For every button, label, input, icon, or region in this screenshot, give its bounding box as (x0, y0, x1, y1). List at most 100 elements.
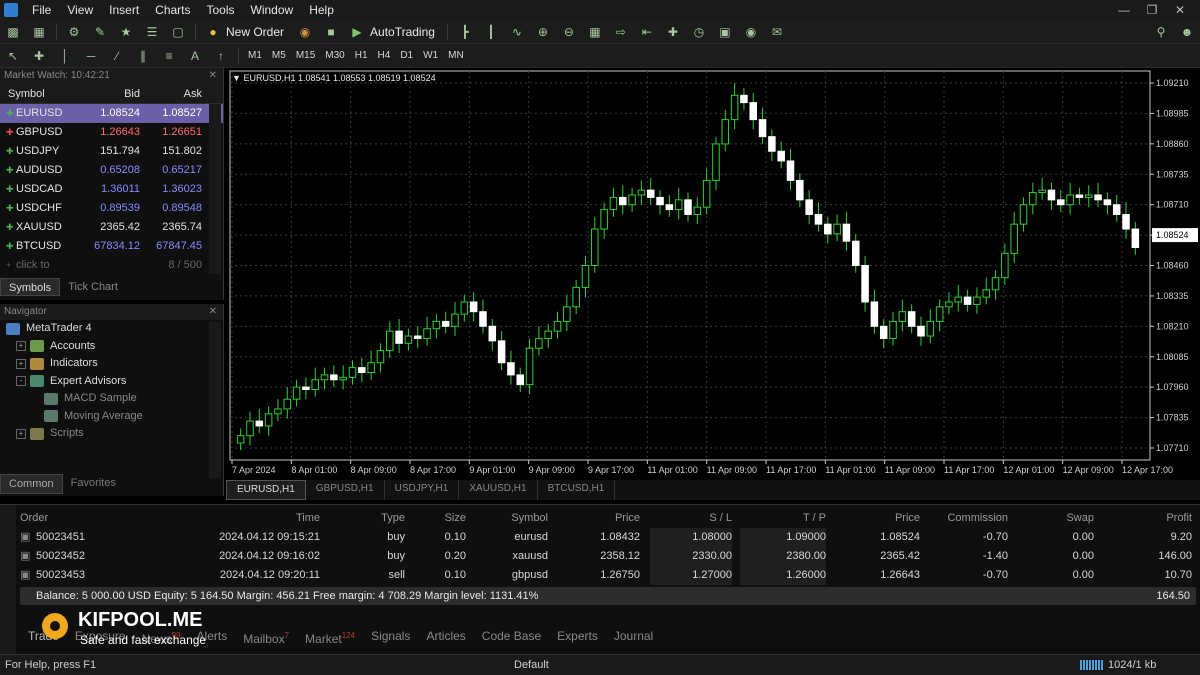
market-watch-scrollbar[interactable] (209, 104, 221, 274)
new-order-button[interactable]: New Order (226, 25, 284, 39)
navigator-item[interactable]: MetaTrader 4 (0, 320, 223, 338)
terminal-tab[interactable]: Code Base (474, 625, 549, 647)
market-watch-icon[interactable]: ⚙ (65, 24, 83, 40)
zoom-out-icon[interactable]: ⊖ (560, 24, 578, 40)
terminal-tab[interactable]: Signals (363, 625, 418, 647)
expand-icon[interactable]: + (16, 428, 26, 439)
orders-header-cell[interactable]: Swap (1020, 509, 1094, 528)
mail-icon[interactable]: ✉ (768, 24, 786, 40)
navigator-item[interactable]: + Scripts (0, 425, 223, 443)
terminal-tab[interactable]: Mailbox7 (235, 625, 297, 647)
order-row[interactable]: 50023451 2024.04.12 09:15:21 buy 0.10 eurusd… (20, 528, 1196, 547)
indicators-icon[interactable]: ✚ (664, 24, 682, 40)
chart-tab[interactable]: USDJPY,H1 (385, 480, 460, 500)
close-icon[interactable]: ✕ (209, 304, 217, 320)
price-chart[interactable]: 1.09210 1.08985 1.08860 1.08735 1.08710 1.085… (226, 68, 1200, 480)
expand-icon[interactable]: + (16, 358, 26, 369)
periods-icon[interactable]: ◷ (690, 24, 708, 40)
menu-help[interactable]: Help (301, 0, 342, 20)
data-window-icon[interactable]: ✎ (91, 24, 109, 40)
chart-tab[interactable]: EURUSD,H1 (226, 480, 306, 500)
add-symbol-row[interactable]: +click to add... 8 / 500 (0, 256, 223, 290)
zoom-in-icon[interactable]: ⊕ (534, 24, 552, 40)
market-watch-row[interactable]: ✚ XAUUSD 2365.42 2365.74 (0, 218, 223, 237)
orders-header-cell[interactable]: S / L (650, 509, 732, 528)
market-watch-row[interactable]: ✚ USDJPY 151.794 151.802 (0, 142, 223, 161)
chart-shift-icon[interactable]: ⇤ (638, 24, 656, 40)
close-icon[interactable]: ✕ (209, 68, 217, 84)
menu-insert[interactable]: Insert (101, 0, 147, 20)
crosshair-icon[interactable]: ✚ (30, 48, 48, 64)
terminal-tab[interactable]: Experts (549, 625, 606, 647)
order-row[interactable]: 50023452 2024.04.12 09:16:02 buy 0.20 xauusd… (20, 547, 1196, 566)
strategy-tester-icon[interactable]: ▢ (169, 24, 187, 40)
navigator-item[interactable]: Moving Average (0, 408, 223, 426)
fibonacci-icon[interactable]: ≡ (160, 48, 178, 64)
trendline-icon[interactable]: ∕ (108, 48, 126, 64)
bar-chart-icon[interactable]: ┣ (456, 24, 474, 40)
tab-tick-chart[interactable]: Tick Chart (60, 278, 126, 296)
menu-window[interactable]: Window (243, 0, 302, 20)
menu-file[interactable]: File (24, 0, 59, 20)
timeframe-m5[interactable]: M5 (267, 46, 291, 66)
tab-favorites[interactable]: Favorites (63, 474, 124, 494)
terminal-tab[interactable]: Market124 (297, 625, 363, 647)
navigator-item[interactable]: + Accounts (0, 338, 223, 356)
cursor-icon[interactable]: ↖ (4, 48, 22, 64)
arrows-icon[interactable]: ↑ (212, 48, 230, 64)
chart-dropdown-icon[interactable]: ▼ (232, 73, 241, 83)
autotrading-button[interactable]: AutoTrading (370, 25, 435, 39)
tab-symbols[interactable]: Symbols (0, 278, 61, 296)
header-bid[interactable]: Bid (80, 84, 140, 103)
timeframe-m15[interactable]: M15 (291, 46, 320, 66)
navigator-item[interactable]: - Expert Advisors (0, 373, 223, 391)
new-chart-icon[interactable]: ▩ (4, 24, 22, 40)
user-icon[interactable]: ☻ (1178, 24, 1196, 40)
orders-header-cell[interactable]: Time (130, 509, 320, 528)
navigator-scrollbar[interactable] (209, 322, 221, 478)
navigator-item[interactable]: MACD Sample (0, 390, 223, 408)
orders-header-cell[interactable]: T / P (740, 509, 826, 528)
search-icon[interactable]: ⚲ (1152, 24, 1170, 40)
market-watch-row[interactable]: ✚ EURUSD 1.08524 1.08527 (0, 104, 223, 123)
timeframe-d1[interactable]: D1 (395, 46, 418, 66)
orders-header-cell[interactable]: Price (830, 509, 920, 528)
minimize-icon[interactable]: — (1110, 0, 1138, 20)
orders-header-cell[interactable]: Profit (1100, 509, 1192, 528)
metaeditor-icon[interactable]: ◉ (296, 24, 314, 40)
menu-view[interactable]: View (59, 0, 101, 20)
candlestick-icon[interactable]: ┃ (482, 24, 500, 40)
orders-header-cell[interactable]: Size (410, 509, 466, 528)
terminal-tab[interactable]: Journal (606, 625, 661, 647)
text-icon[interactable]: A (186, 48, 204, 64)
chart-tab[interactable]: XAUUSD,H1 (459, 480, 538, 500)
autotrading-icon[interactable]: ▶ (348, 24, 366, 40)
orders-header-cell[interactable]: Commission (940, 509, 1008, 528)
templates-icon[interactable]: ▣ (716, 24, 734, 40)
market-watch-row[interactable]: ✚ GBPUSD 1.26643 1.26651 (0, 123, 223, 142)
expand-icon[interactable]: - (16, 376, 26, 387)
order-row[interactable]: 50023453 2024.04.12 09:20:11 sell 0.10 gbpus… (20, 566, 1196, 585)
market-watch-row[interactable]: ✚ AUDUSD 0.65208 0.65217 (0, 161, 223, 180)
terminal-icon[interactable]: ☰ (143, 24, 161, 40)
orders-header-cell[interactable]: Symbol (470, 509, 548, 528)
lock-icon[interactable]: ■ (322, 24, 340, 40)
auto-scroll-icon[interactable]: ⇨ (612, 24, 630, 40)
header-symbol[interactable]: Symbol (0, 84, 80, 103)
line-chart-icon[interactable]: ∿ (508, 24, 526, 40)
restore-icon[interactable]: ❐ (1138, 0, 1166, 20)
chart-tab[interactable]: GBPUSD,H1 (306, 480, 385, 500)
orders-header-cell[interactable]: Order (20, 509, 110, 528)
orders-header-cell[interactable]: Price (560, 509, 640, 528)
market-watch-row[interactable]: ✚ BTCUSD 67834.12 67847.45 (0, 237, 223, 256)
timeframe-m1[interactable]: M1 (243, 46, 267, 66)
expand-icon[interactable]: + (16, 341, 26, 352)
profiles-icon[interactable]: ▦ (30, 24, 48, 40)
globe-icon[interactable]: ◉ (742, 24, 760, 40)
vertical-line-icon[interactable]: │ (56, 48, 74, 64)
menu-tools[interactable]: Tools (199, 0, 243, 20)
chart-window[interactable]: 1.09210 1.08985 1.08860 1.08735 1.08710 1.085… (226, 68, 1200, 500)
timeframe-h4[interactable]: H4 (373, 46, 396, 66)
timeframe-w1[interactable]: W1 (418, 46, 443, 66)
header-ask[interactable]: Ask (140, 84, 202, 103)
